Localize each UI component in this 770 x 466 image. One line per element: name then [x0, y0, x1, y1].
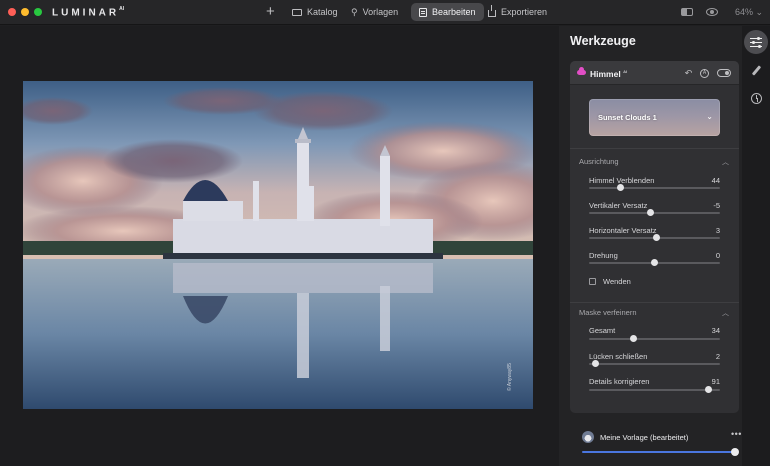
app-logo: LUMINARAI [52, 6, 125, 19]
sliders-icon [750, 37, 762, 48]
close-window-button[interactable] [8, 8, 16, 16]
slider-horizontaler-versatz-label: Horizontaler Versatz [589, 226, 657, 235]
slider-luecken-label: Lücken schließen [589, 352, 648, 361]
tab-exportieren[interactable]: Exportieren [480, 3, 555, 21]
title-bar: LUMINARAI + Katalog ⚲ Vorlagen Bearbeite… [0, 0, 770, 25]
wenden-checkbox[interactable] [589, 278, 596, 285]
more-options-icon[interactable]: ••• [731, 429, 742, 439]
slider-luecken-value: 2 [715, 352, 720, 361]
chevron-down-icon: ⌄ [706, 112, 713, 121]
slider-thumb[interactable] [651, 259, 658, 266]
undo-icon[interactable]: ↶ [684, 69, 693, 78]
slider-gesamt[interactable] [589, 335, 720, 342]
tab-vorlagen[interactable]: ⚲ Vorlagen [343, 3, 406, 21]
brush-tools-button[interactable] [744, 58, 768, 82]
magic-wand-icon: ⚲ [351, 6, 358, 17]
preset-thumbnail [582, 431, 594, 443]
slider-drehung-value: 0 [715, 251, 720, 260]
slider-vertikaler-versatz[interactable] [589, 209, 720, 216]
zoom-dropdown[interactable]: 64% ⌄ [735, 7, 763, 18]
slider-himmel-verblenden[interactable] [589, 184, 720, 191]
mosque-photo: © Anyway85 [23, 81, 533, 409]
add-photos-button[interactable]: + [266, 3, 275, 20]
divider [570, 302, 739, 303]
visibility-toggle[interactable] [717, 69, 731, 77]
tab-vorlagen-label: Vorlagen [362, 7, 399, 17]
preset-name: Meine Vorlage (bearbeitet) [600, 433, 689, 442]
compare-icon[interactable] [681, 8, 693, 16]
tab-bearbeiten-label: Bearbeiten [432, 7, 476, 17]
image-canvas: © Anyway85 [0, 26, 559, 466]
chevron-up-icon[interactable]: ︿ [722, 157, 729, 167]
photo-preview[interactable]: © Anyway85 [23, 81, 533, 409]
slider-horizontaler-versatz-value: 3 [715, 226, 720, 235]
brush-icon [751, 64, 761, 76]
wenden-label: Wenden [603, 277, 631, 286]
minimize-window-button[interactable] [21, 8, 29, 16]
slider-thumb[interactable] [616, 184, 624, 191]
sky-tool-title: Himmel AI [590, 69, 628, 79]
folder-icon [292, 8, 302, 16]
slider-details-label: Details korrigieren [589, 377, 650, 386]
sky-tool-card: Himmel AI ↶ A Sunset Clouds 1 ⌄ Ausricht… [570, 61, 739, 413]
panel-title: Werkzeuge [570, 34, 636, 48]
slider-thumb[interactable] [630, 335, 638, 342]
slider-himmel-verblenden-value: 44 [711, 176, 720, 185]
slider-gesamt-label: Gesamt [589, 326, 616, 335]
sky-preset-select[interactable]: Sunset Clouds 1 ⌄ [589, 99, 720, 136]
share-icon [488, 4, 496, 17]
section-maske-title[interactable]: Maske verfeinern [579, 308, 637, 317]
divider [570, 148, 739, 149]
slider-details[interactable] [589, 386, 720, 393]
edit-icon [419, 7, 427, 17]
slider-thumb[interactable] [652, 234, 660, 241]
eye-icon[interactable] [706, 8, 718, 16]
preset-bar: Meine Vorlage (bearbeitet) ••• [570, 424, 742, 466]
tab-exportieren-label: Exportieren [501, 7, 548, 17]
edit-tools-button[interactable] [744, 30, 768, 54]
history-button[interactable] [744, 86, 768, 110]
sky-tool-header[interactable]: Himmel AI ↶ A [570, 61, 739, 85]
slider-details-value: 91 [711, 377, 720, 386]
clock-icon [750, 92, 762, 104]
slider-drehung[interactable] [589, 259, 720, 266]
sky-preset-label: Sunset Clouds 1 [598, 113, 657, 122]
zoom-window-button[interactable] [34, 8, 42, 16]
preset-amount-slider[interactable] [582, 448, 740, 456]
tool-strip [742, 26, 770, 466]
photo-watermark: © Anyway85 [506, 363, 513, 391]
slider-thumb[interactable] [731, 448, 740, 456]
cloud-icon [577, 67, 586, 75]
tab-katalog-label: Katalog [307, 7, 338, 17]
slider-thumb[interactable] [592, 360, 600, 367]
slider-drehung-label: Drehung [589, 251, 618, 260]
slider-luecken[interactable] [589, 360, 720, 367]
tab-bearbeiten[interactable]: Bearbeiten [411, 3, 484, 21]
slider-gesamt-value: 34 [711, 326, 720, 335]
slider-thumb[interactable] [704, 386, 712, 393]
slider-vertikaler-versatz-label: Vertikaler Versatz [589, 201, 648, 210]
chevron-up-icon[interactable]: ︿ [722, 308, 729, 318]
slider-horizontaler-versatz[interactable] [589, 234, 720, 241]
ai-icon[interactable]: A [700, 69, 709, 78]
section-ausrichtung-title[interactable]: Ausrichtung [579, 157, 619, 166]
slider-thumb[interactable] [647, 209, 655, 216]
slider-vertikaler-versatz-value: -5 [713, 201, 720, 210]
zoom-value: 64% [735, 7, 754, 17]
tab-katalog[interactable]: Katalog [284, 3, 346, 21]
